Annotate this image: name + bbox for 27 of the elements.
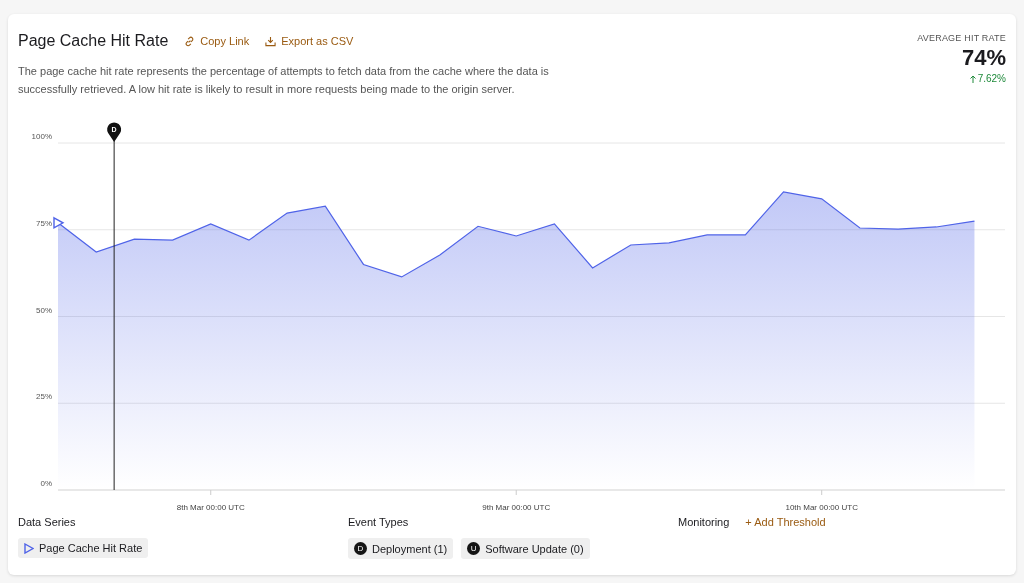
arrow-up-icon	[969, 74, 976, 83]
y-axis-label: 25%	[36, 392, 52, 402]
stat-change: 7.62%	[977, 73, 1006, 84]
series-chip[interactable]: Page Cache Hit Rate	[18, 538, 149, 558]
y-axis-label: 50%	[36, 305, 52, 315]
x-axis-label: 8th Mar 00:00 UTC	[176, 503, 245, 512]
x-axis-label: 10th Mar 00:00 UTC	[785, 503, 858, 512]
event-type-chip[interactable]: D Deployment (1)	[348, 538, 454, 559]
section-title: Monitoring	[678, 516, 730, 528]
description: The page cache hit rate represents the percentage of attempts to fetch data from the cache where the data is successfully retrieved. A low hit rate is likely to result in more requests being made to the origin server.	[18, 64, 550, 97]
y-axis-label: 0%	[40, 479, 52, 488]
section-title: Event Types	[348, 516, 410, 528]
triangle-icon	[24, 542, 34, 554]
y-axis-label: 100%	[31, 132, 52, 141]
export-button[interactable]: Export as CSV	[265, 35, 354, 47]
link-icon	[184, 35, 196, 47]
download-icon	[265, 35, 277, 47]
x-axis-label: 9th Mar 00:00 UTC	[482, 503, 551, 512]
event-type-chip[interactable]: U Software Update (0)	[461, 538, 590, 559]
stat-label: AVERAGE HIT RATE	[917, 33, 1006, 43]
series-marker-icon	[53, 216, 65, 229]
y-axis-label: 75%	[36, 218, 52, 228]
section-title: Data Series	[18, 516, 77, 528]
add-threshold-button[interactable]: + Add Threshold	[745, 516, 826, 528]
stat-value: 74%	[961, 45, 1006, 71]
copy-link-button[interactable]: Copy Link	[184, 35, 250, 47]
panel-title: Page Cache Hit Rate	[18, 32, 169, 50]
